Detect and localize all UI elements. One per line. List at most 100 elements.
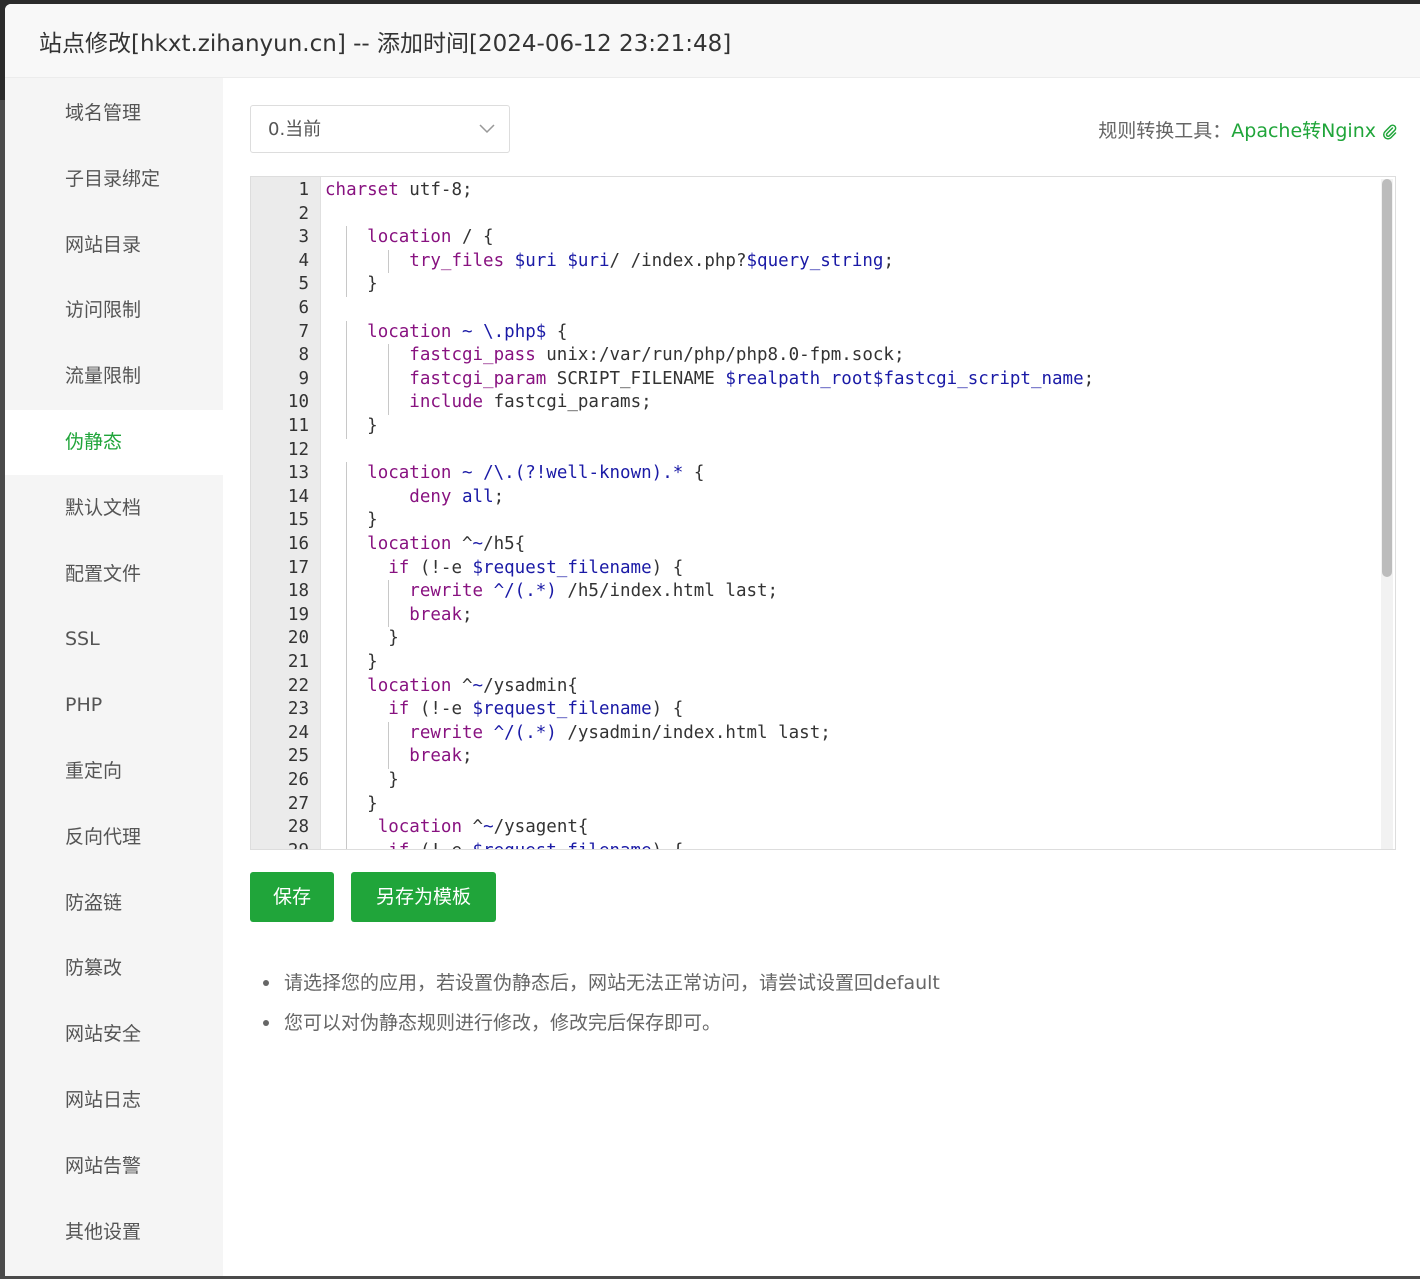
help-tip: 您可以对伪静态规则进行修改，修改完后保存即可。 (258, 1003, 940, 1043)
sidebar-item[interactable]: SSL (5, 607, 223, 672)
help-tip: 请选择您的应用，若设置伪静态后，网站无法正常访问，请尝试设置回default (258, 963, 940, 1003)
paperclip-icon[interactable] (1382, 123, 1398, 140)
indent-guide (388, 580, 390, 628)
code-line: 20 } (251, 627, 1379, 651)
sidebar-item[interactable]: 访问限制 (5, 278, 223, 343)
sidebar-item[interactable]: PHP (5, 673, 223, 738)
code-line: 11 } (251, 415, 1379, 439)
code-line: 16 location ^~/h5{ (251, 533, 1379, 557)
line-number: 16 (287, 534, 309, 554)
code-text: if (!-e $request_filename) { (388, 699, 684, 720)
code-text: } (325, 510, 378, 531)
code-text: charset utf-8; (325, 180, 473, 200)
rewrite-template-select[interactable]: 0.当前 (250, 105, 510, 153)
sidebar-item[interactable]: 防篡改 (5, 936, 223, 1001)
line-number: 9 (298, 368, 309, 389)
help-tips: 请选择您的应用，若设置伪静态后，网站无法正常访问，请尝试设置回default 您可… (258, 963, 940, 1043)
code-line: 19 break; (251, 604, 1379, 628)
code-text: fastcgi_pass unix:/var/run/php/php8.0-fp… (409, 345, 905, 366)
line-number: 5 (298, 274, 309, 295)
line-number: 24 (287, 722, 309, 743)
sidebar-item[interactable]: 域名管理 (5, 81, 223, 146)
code-line: 22 location ^~/ysadmin{ (251, 675, 1379, 699)
code-text: fastcgi_param SCRIPT_FILENAME $realpath_… (409, 368, 1095, 389)
code-text: location ^~/ysagent{ (377, 817, 589, 838)
code-line: 9 fastcgi_param SCRIPT_FILENAME $realpat… (251, 368, 1379, 392)
line-number: 11 (287, 416, 309, 436)
code-line: 24 rewrite ^/(.*) /ysadmin/index.html la… (251, 722, 1379, 746)
indent-guide (346, 533, 348, 849)
sidebar-item[interactable]: 防盗链 (5, 871, 223, 936)
sidebar-item[interactable]: 网站日志 (5, 1068, 223, 1133)
save-as-template-button[interactable]: 另存为模板 (351, 872, 496, 922)
save-button[interactable]: 保存 (250, 872, 334, 922)
code-text: break; (409, 746, 473, 767)
code-text: } (325, 652, 378, 672)
indent-guide (346, 320, 348, 439)
line-number: 8 (298, 345, 309, 366)
code-line: 27 } (251, 793, 1379, 817)
code-text: rewrite ^/(.*) /h5/index.html last; (409, 581, 779, 602)
line-number: 21 (287, 652, 309, 672)
line-number: 22 (287, 675, 309, 696)
apache-to-nginx-link[interactable]: Apache转Nginx (1231, 120, 1376, 142)
rule-convert-tool: 规则转换工具：Apache转Nginx (1098, 116, 1398, 143)
indent-guide (388, 344, 390, 415)
sidebar-item[interactable]: 网站安全 (5, 1002, 223, 1067)
sidebar-item[interactable]: 流量限制 (5, 344, 223, 409)
sidebar-item[interactable]: 网站告警 (5, 1134, 223, 1199)
code-text: } (325, 793, 378, 814)
line-number: 20 (287, 628, 309, 649)
line-number: 7 (298, 321, 309, 342)
line-number: 25 (287, 746, 309, 767)
code-line: 21 } (251, 651, 1379, 675)
line-number: 29 (251, 840, 309, 849)
line-number: 28 (287, 817, 309, 838)
code-text: location / { (367, 227, 494, 248)
code-line: 15 } (251, 509, 1379, 533)
dialog-titlebar: 站点修改[hkxt.zihanyun.cn] -- 添加时间[2024-06-1… (5, 4, 1420, 78)
code-line: 29 if (!-e $request_filename) { (251, 840, 1379, 849)
indent-guide (346, 462, 348, 533)
indent-guide (388, 249, 390, 274)
line-number: 2 (298, 203, 309, 224)
code-text: try_files $uri $uri/ /index.php?$query_s… (409, 250, 895, 271)
code-text: } (325, 274, 378, 295)
sidebar-item[interactable]: 重定向 (5, 739, 223, 804)
code-text: location ~ \.php$ { (367, 321, 568, 342)
code-text: location ^~/ysadmin{ (367, 675, 578, 696)
code-line: 2 (251, 203, 1379, 227)
line-number: 17 (287, 557, 309, 578)
line-number: 27 (287, 793, 309, 814)
code-text: rewrite ^/(.*) /ysadmin/index.html last; (409, 722, 831, 743)
rewrite-code-editor[interactable]: 1 charset utf-8; 2 3 location / {4 try_file… (250, 176, 1396, 850)
line-number: 12 (287, 439, 309, 460)
line-number: 4 (298, 250, 309, 271)
line-number: 6 (298, 298, 309, 318)
code-line: 1 charset utf-8; (251, 179, 1379, 203)
code-line: 4 try_files $uri $uri/ /index.php?$query… (251, 250, 1379, 274)
line-number: 3 (298, 227, 309, 248)
code-text: if (!-e $request_filename) { (325, 840, 683, 849)
chevron-down-icon (479, 124, 495, 134)
sidebar-item[interactable]: 伪静态 (5, 410, 223, 475)
code-text: } (325, 770, 399, 790)
sidebar-item[interactable]: 配置文件 (5, 542, 223, 607)
sidebar-item[interactable]: 默认文档 (5, 476, 223, 541)
code-line: 13 location ~ /\.(?!well-known).* { (251, 462, 1379, 486)
code-text: break; (409, 604, 473, 625)
help-tip-text: 您可以对伪静态规则进行修改，修改完后保存即可。 (284, 1012, 722, 1034)
sidebar-item[interactable]: 其他设置 (5, 1200, 223, 1265)
indent-guide (388, 721, 390, 769)
sidebar-item[interactable]: 反向代理 (5, 805, 223, 870)
rule-convert-label: 规则转换工具： (1098, 120, 1232, 142)
editor-scrollbar-thumb[interactable] (1382, 179, 1392, 577)
sidebar-item[interactable]: 网站目录 (5, 213, 223, 278)
code-line: 14 deny all; (251, 486, 1379, 510)
bullet-icon (263, 980, 269, 986)
sidebar-item[interactable]: 子目录绑定 (5, 147, 223, 212)
code-text: deny all; (409, 486, 505, 507)
line-number: 19 (287, 604, 309, 625)
site-edit-dialog: 站点修改[hkxt.zihanyun.cn] -- 添加时间[2024-06-1… (5, 4, 1420, 1276)
editor-scrollbar[interactable] (1381, 179, 1393, 849)
